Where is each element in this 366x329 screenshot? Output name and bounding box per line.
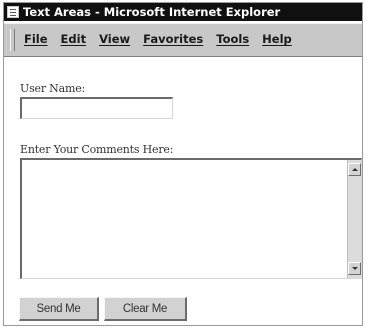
menu-view[interactable]: View [99,32,130,46]
title-bar[interactable]: Text Areas - Microsoft Internet Explorer [4,3,362,21]
username-label: User Name: [20,82,86,95]
scroll-up-button[interactable] [348,163,361,176]
username-input[interactable] [20,97,173,119]
menu-file[interactable]: File [24,32,48,46]
window-title: Text Areas - Microsoft Internet Explorer [23,5,281,19]
menu-bar: File Edit View Favorites Tools Help [4,23,362,57]
menu-items: File Edit View Favorites Tools Help [24,32,305,46]
scroll-down-button[interactable] [348,262,361,275]
menu-tools[interactable]: Tools [216,32,249,46]
clear-button[interactable]: Clear Me [104,297,187,321]
page-content: User Name: Enter Your Comments Here: Sen… [4,58,362,325]
comments-textarea[interactable] [20,158,362,279]
arrow-down-icon [351,267,358,270]
toolbar-grip[interactable] [10,29,15,51]
send-button[interactable]: Send Me [19,297,99,321]
browser-window: Text Areas - Microsoft Internet Explorer… [3,2,363,326]
comments-scrollbar[interactable] [347,160,361,278]
comments-label: Enter Your Comments Here: [20,143,174,156]
menu-favorites[interactable]: Favorites [143,32,203,46]
document-icon [7,6,19,18]
menu-help[interactable]: Help [262,32,292,46]
arrow-up-icon [351,168,358,171]
menu-edit[interactable]: Edit [61,32,87,46]
